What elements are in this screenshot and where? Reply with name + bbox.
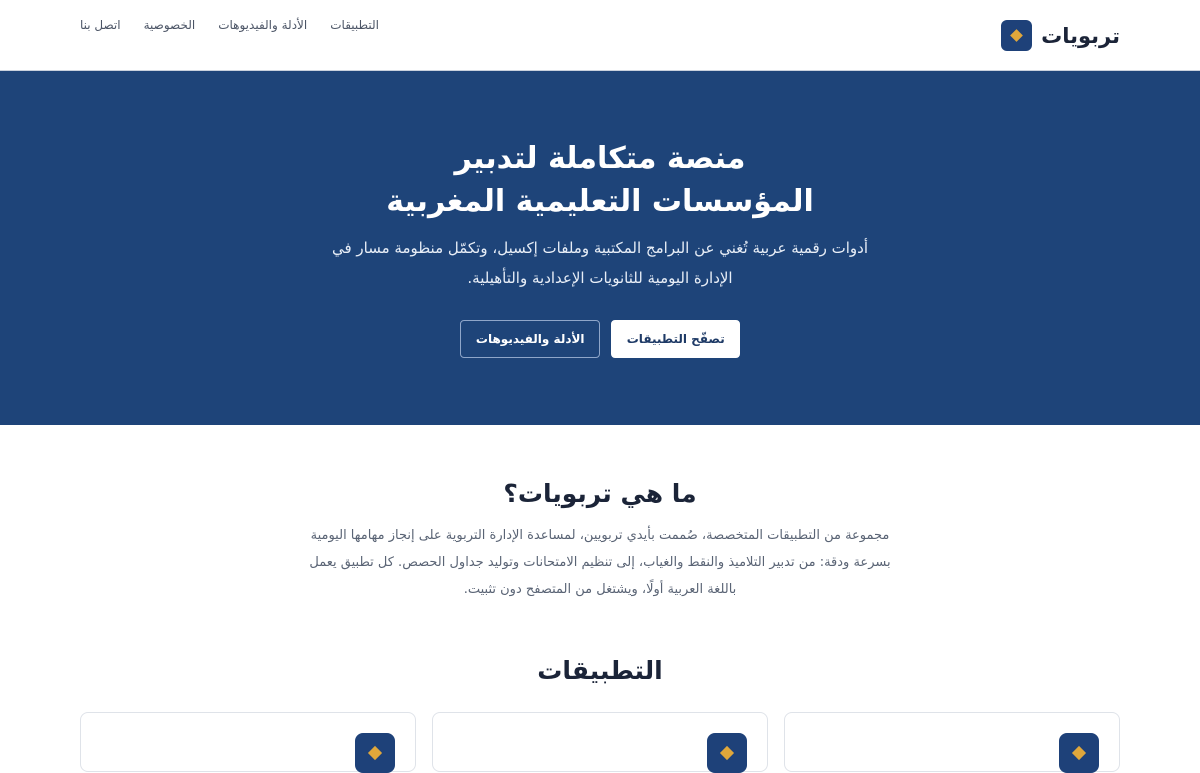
app-card-badge: [355, 733, 395, 773]
app-card[interactable]: [432, 712, 768, 773]
app-card-badge: [707, 733, 747, 773]
diamond-icon: [719, 745, 735, 761]
diamond-icon: [1071, 745, 1087, 761]
browse-apps-button[interactable]: تصفّح التطبيقات: [611, 320, 740, 358]
nav-item-privacy[interactable]: الخصوصية: [144, 17, 196, 33]
hero-title-line-2: المؤسسات التعليمية المغربية: [386, 184, 814, 219]
site-header: تربويات اتصل بنا الخصوصية الأدلة والفيدي…: [0, 0, 1200, 71]
guides-videos-button[interactable]: الأدلة والفيديوهات: [460, 320, 601, 358]
brand-name: تربويات: [1041, 23, 1120, 48]
nav-item-guides[interactable]: الأدلة والفيديوهات: [218, 17, 307, 33]
hero-subtitle: أدوات رقمية عربية تُغني عن البرامج المكت…: [331, 239, 869, 287]
about-text: مجموعة من التطبيقات المتخصصة، صُممت بأيد…: [309, 528, 891, 597]
brand-logo[interactable]: تربويات: [1001, 20, 1120, 51]
brand-badge: [1001, 20, 1033, 51]
about-title: ما هي تربويات؟: [503, 479, 697, 508]
diamond-icon: [1010, 29, 1023, 42]
app-card[interactable]: [80, 712, 416, 773]
nav-item-contact[interactable]: اتصل بنا: [80, 17, 121, 33]
hero-title-line-1: منصة متكاملة لتدبير: [454, 141, 746, 176]
hero-section: منصة متكاملة لتدبير المؤسسات التعليمية ا…: [0, 71, 1200, 425]
hero-actions: تصفّح التطبيقات الأدلة والفيديوهات: [460, 320, 740, 358]
diamond-icon: [367, 745, 383, 761]
nav-item-apps[interactable]: التطبيقات: [330, 17, 379, 33]
app-card-badge: [1059, 733, 1099, 773]
main-nav: اتصل بنا الخصوصية الأدلة والفيديوهات الت…: [80, 17, 379, 33]
app-card[interactable]: [784, 712, 1120, 773]
hero-title: منصة متكاملة لتدبير المؤسسات التعليمية ا…: [0, 137, 1200, 223]
apps-title: التطبيقات: [537, 656, 663, 685]
